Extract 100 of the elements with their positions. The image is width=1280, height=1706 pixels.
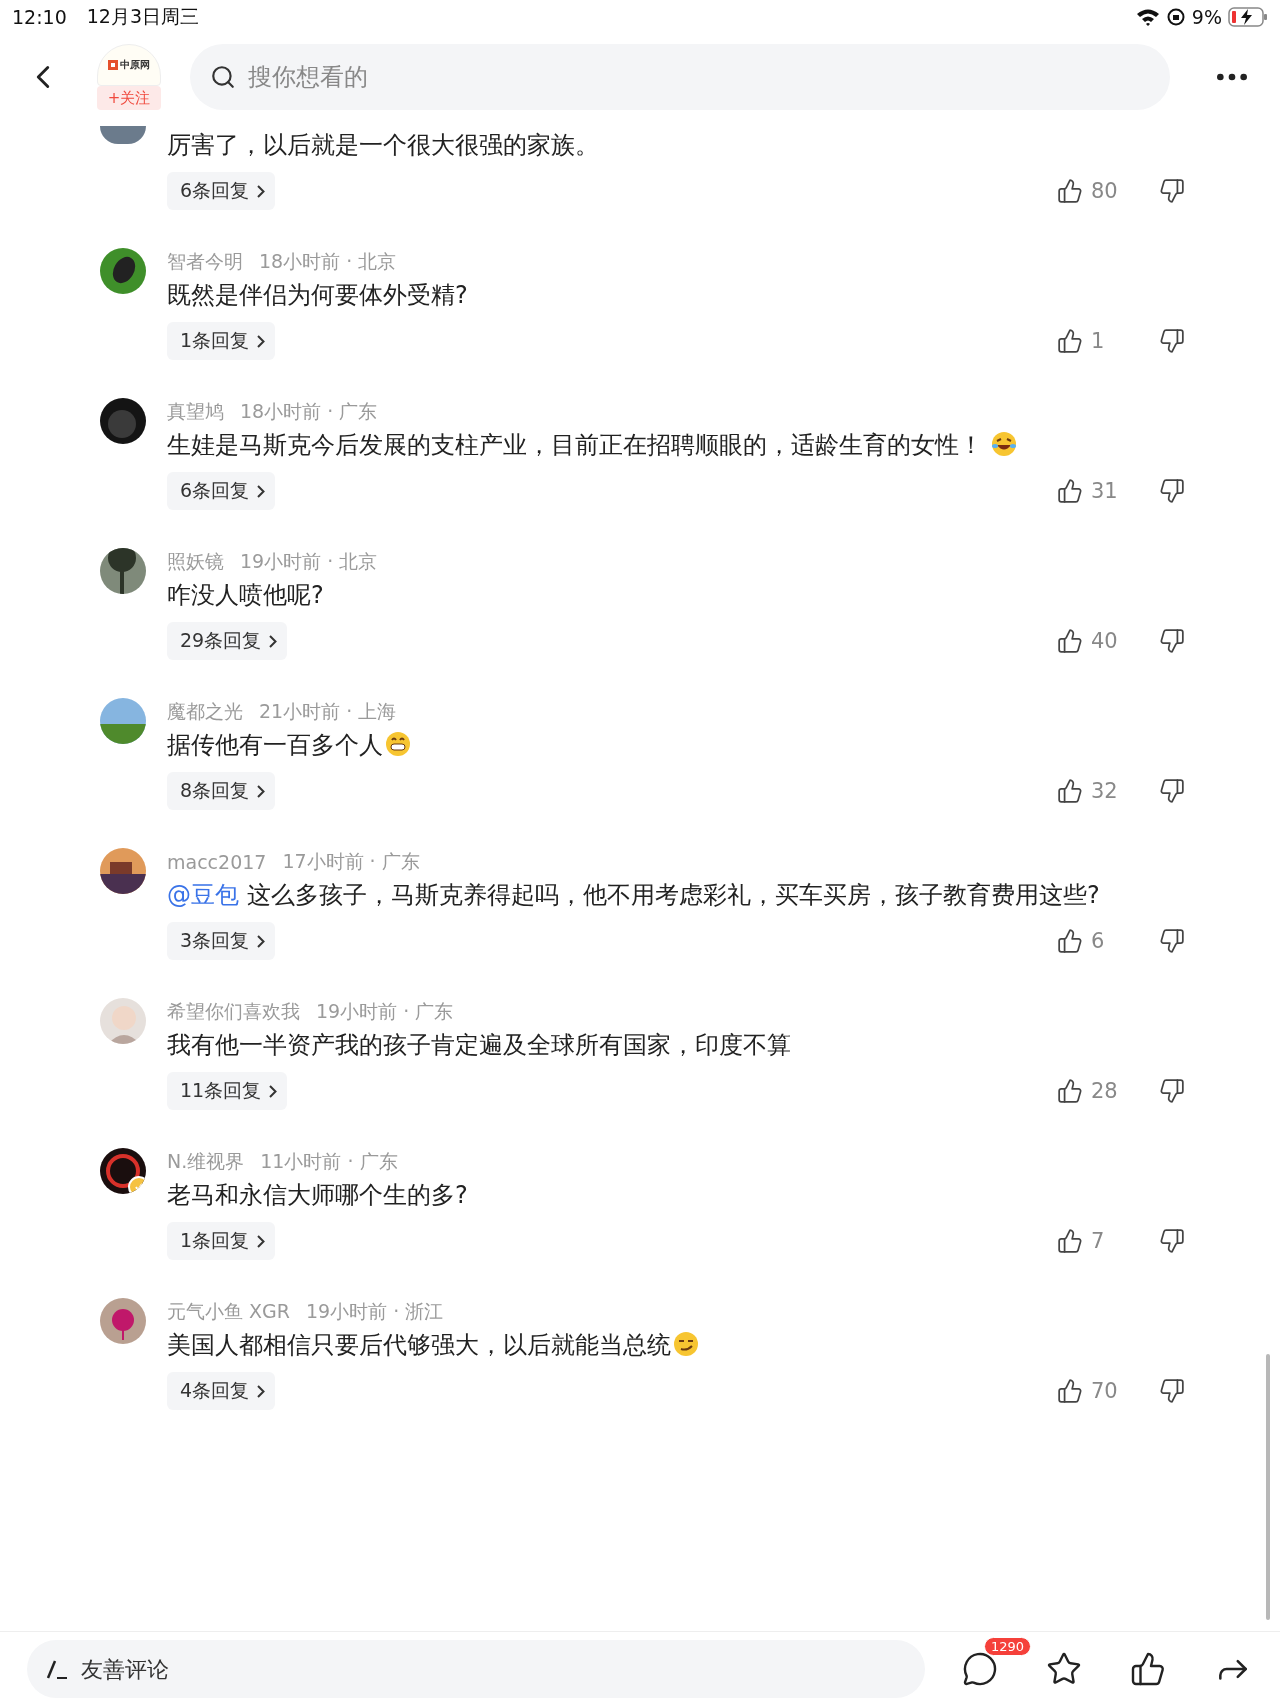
logo-text: 中原网: [120, 58, 150, 72]
thumbs-down-icon: [1159, 1078, 1185, 1104]
thumbs-down-icon: [1159, 178, 1185, 204]
mention-link[interactable]: @豆包: [167, 881, 239, 909]
thumbs-down-icon: [1159, 778, 1185, 804]
comment-meta: 11小时前 · 广东: [260, 1149, 398, 1174]
thumbs-down-icon: [1159, 328, 1185, 354]
comment-text: 据传他有一百多个人: [167, 726, 1185, 764]
dislike-button[interactable]: [1159, 1228, 1185, 1254]
battery-percent: 9%: [1191, 6, 1222, 28]
comment-text: 既然是伴侣为何要体外受精?: [167, 280, 469, 311]
logo-mark-icon: [108, 60, 118, 70]
dislike-button[interactable]: [1159, 328, 1185, 354]
author-name[interactable]: 照妖镜: [167, 549, 224, 575]
comment-text: 老马和永信大师哪个生的多?: [167, 1180, 469, 1211]
comment-meta: 21小时前 · 上海: [259, 699, 397, 724]
comment-input[interactable]: 友善评论: [27, 1640, 925, 1698]
follow-button[interactable]: +关注: [97, 86, 161, 110]
author-name[interactable]: 智者今明: [167, 249, 243, 275]
like-button[interactable]: 28: [1057, 1078, 1139, 1104]
like-button[interactable]: 80: [1057, 178, 1139, 204]
comment-text: 咋没人喷他呢?: [167, 580, 325, 611]
search-icon: [210, 64, 236, 90]
thumbs-up-icon: [1057, 1078, 1083, 1104]
thumbs-down-icon: [1159, 478, 1185, 504]
comment-count-badge: 1290: [984, 1637, 1032, 1656]
dislike-button[interactable]: [1159, 478, 1185, 504]
replies-button[interactable]: 8条回复: [167, 772, 276, 810]
chevron-icon: [269, 1084, 278, 1098]
thumbs-up-icon: [1057, 1378, 1083, 1404]
channel-logo[interactable]: 中原网: [97, 44, 161, 86]
replies-button[interactable]: 6条回复: [167, 172, 276, 210]
comment-meta: 19小时前 · 广东: [316, 999, 454, 1024]
thumbs-up-icon: [1057, 178, 1083, 204]
comments-button[interactable]: [962, 1651, 998, 1687]
like-button[interactable]: [1130, 1651, 1166, 1687]
comment-text: 美国人都相信只要后代够强大，以后就能当总统: [167, 1326, 1185, 1364]
smirking-face-icon: [671, 1330, 701, 1358]
chevron-icon: [257, 934, 266, 948]
grinning-face-icon: [383, 730, 413, 758]
thumbs-down-icon: [1159, 1228, 1185, 1254]
like-button[interactable]: 31: [1057, 478, 1139, 504]
replies-button[interactable]: 29条回复: [167, 622, 288, 660]
like-button[interactable]: 7: [1057, 1228, 1139, 1254]
replies-button[interactable]: 11条回复: [167, 1072, 288, 1110]
thumbs-up-icon: [1057, 1228, 1083, 1254]
dislike-button[interactable]: [1159, 178, 1185, 204]
chevron-icon: [269, 634, 278, 648]
chevron-icon: [257, 184, 266, 198]
dislike-button[interactable]: [1159, 778, 1185, 804]
replies-button[interactable]: 1条回复: [167, 322, 276, 360]
comment-text: 厉害了，以后就是一个很大很强的家族。: [167, 130, 600, 161]
author-name[interactable]: 魔都之光: [167, 699, 243, 725]
replies-button[interactable]: 1条回复: [167, 1222, 276, 1260]
author-name[interactable]: 真望鸠: [167, 399, 224, 425]
chevron-icon: [257, 484, 266, 498]
chevron-icon: [257, 334, 266, 348]
replies-button[interactable]: 3条回复: [167, 922, 276, 960]
laughing-face-icon: [989, 430, 1019, 458]
replies-button[interactable]: 6条回复: [167, 472, 276, 510]
thumbs-up-icon: [1057, 928, 1083, 954]
search-field[interactable]: 搜你想看的: [190, 44, 1170, 110]
replies-button[interactable]: 4条回复: [167, 1372, 276, 1410]
chevron-icon: [257, 1384, 266, 1398]
chevron-icon: [257, 1234, 266, 1248]
rotation-lock-icon: [1165, 7, 1186, 27]
battery-charging-icon: [1228, 7, 1268, 27]
comment-text: @豆包 这么多孩子，马斯克养得起吗，他不用考虑彩礼，买车买房，孩子教育费用这些?: [167, 880, 1101, 911]
dislike-button[interactable]: [1159, 1078, 1185, 1104]
comment-meta: 19小时前 · 浙江: [306, 1299, 444, 1324]
status-date: 12月3日周三: [86, 4, 200, 29]
author-name[interactable]: 希望你们喜欢我: [167, 999, 300, 1025]
favorite-button[interactable]: [1046, 1651, 1082, 1687]
dislike-button[interactable]: [1159, 628, 1185, 654]
comment-meta: 18小时前 · 北京: [259, 249, 397, 274]
author-name[interactable]: macc2017: [167, 851, 267, 873]
thumbs-up-icon: [1057, 478, 1083, 504]
like-button[interactable]: 6: [1057, 928, 1139, 954]
comment-text: 我有他一半资产我的孩子肯定遍及全球所有国家，印度不算: [167, 1030, 792, 1061]
comment-meta: 17小时前 · 广东: [282, 849, 420, 874]
comment-text: 生娃是马斯克今后发展的支柱产业，目前正在招聘顺眼的，适龄生育的女性！: [167, 426, 1185, 464]
comment-meta: 18小时前 · 广东: [240, 399, 378, 424]
thumbs-down-icon: [1159, 628, 1185, 654]
wifi-icon: [1135, 8, 1160, 26]
thumbs-down-icon: [1159, 1378, 1185, 1404]
like-button[interactable]: 32: [1057, 778, 1139, 804]
dislike-button[interactable]: [1159, 928, 1185, 954]
author-name[interactable]: N.维视界: [167, 1149, 245, 1175]
like-button[interactable]: 40: [1057, 628, 1139, 654]
thumbs-up-icon: [1057, 628, 1083, 654]
thumbs-up-icon: [1057, 328, 1083, 354]
scrollbar[interactable]: [1266, 1354, 1270, 1620]
like-button[interactable]: 1: [1057, 328, 1139, 354]
chevron-icon: [257, 784, 266, 798]
dislike-button[interactable]: [1159, 1378, 1185, 1404]
like-button[interactable]: 70: [1057, 1378, 1139, 1404]
author-name[interactable]: 元气小鱼 XGR: [167, 1299, 290, 1325]
thumbs-down-icon: [1159, 928, 1185, 954]
thumbs-up-icon: [1057, 778, 1083, 804]
status-time: 12:10: [12, 6, 67, 28]
